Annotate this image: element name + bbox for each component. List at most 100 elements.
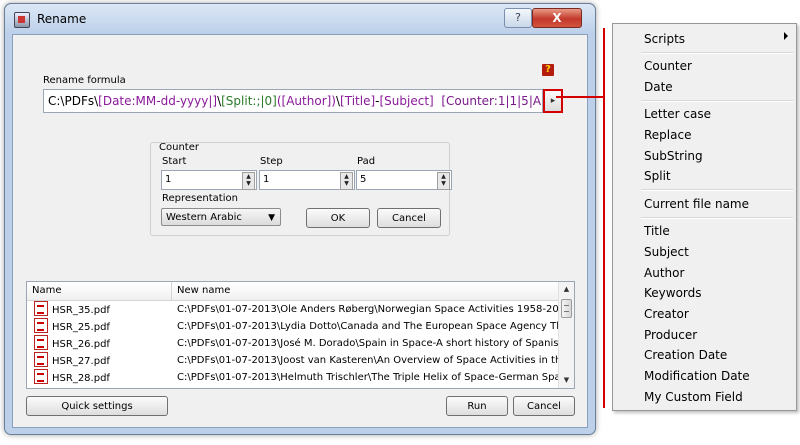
callout-line [556,96,604,98]
run-button[interactable]: Run [446,396,508,416]
menu-separator [641,52,793,54]
spin-up-icon[interactable]: ▲ [246,173,251,180]
column-header-new-name[interactable]: New name [172,282,559,300]
table-row[interactable]: HSR_26.pdf C:\PDFs\01-07-2013\José M. Do… [27,335,559,352]
rename-formula-label: Rename formula [43,75,126,86]
menu-item-title[interactable]: Title [644,224,670,238]
table-row[interactable]: HSR_28.pdf C:\PDFs\01-07-2013\Helmuth Tr… [27,369,559,386]
column-header-name[interactable]: Name [27,282,172,300]
spin-down-icon[interactable]: ▼ [344,180,349,187]
file-list[interactable]: Name New name HSR_35.pdf C:\PDFs\01-07-2… [26,281,575,389]
scroll-thumb[interactable] [561,299,572,318]
menu-item-date[interactable]: Date [644,80,673,94]
window-title: Rename [37,12,87,26]
menu-item-replace[interactable]: Replace [644,128,691,142]
pad-value: 5 [360,174,367,185]
menu-item-split[interactable]: Split [644,169,671,183]
menu-separator [641,100,793,102]
menu-item-my-custom-field[interactable]: My Custom Field [644,390,743,404]
counter-group: Counter Start 1 ▲ ▼ Step 1 ▲ ▼ Pad 5 ▲ ▼ Re… [150,142,452,236]
pdf-file-icon [34,369,48,384]
file-name: HSR_35.pdf [52,305,110,316]
scroll-down-icon[interactable]: ▼ [559,373,574,388]
menu-item-keywords[interactable]: Keywords [644,286,702,300]
file-name: HSR_25.pdf [52,322,110,333]
chevron-down-icon: ▼ [268,213,275,223]
menu-item-substring[interactable]: SubString [644,149,703,163]
dialog-client-area: Rename formula ? C:\PDFs\[Date:MM-dd-yyy… [12,34,588,428]
pad-label: Pad [357,156,376,167]
step-spinner[interactable]: ▲ ▼ [340,172,353,190]
start-input[interactable]: 1 ▲ ▼ [161,170,257,190]
insert-field-menu: Scripts Counter Date Letter case Replace… [612,23,797,411]
quick-settings-button[interactable]: Quick settings [26,396,168,416]
file-name: HSR_27.pdf [52,356,110,367]
list-header: Name New name [27,282,559,301]
step-input[interactable]: 1 ▲ ▼ [259,170,355,190]
callout-bracket [603,28,605,408]
table-row[interactable]: HSR_25.pdf C:\PDFs\01-07-2013\Lydia Dott… [27,318,559,335]
start-spinner[interactable]: ▲ ▼ [242,172,255,190]
new-file-name: C:\PDFs\01-07-2013\Joost van Kasteren\An… [177,355,559,366]
new-file-name: C:\PDFs\01-07-2013\José M. Dorado\Spain … [177,338,559,349]
menu-item-counter[interactable]: Counter [644,59,692,73]
menu-item-producer[interactable]: Producer [644,328,697,342]
menu-item-scripts[interactable]: Scripts [644,32,784,46]
pad-spinner[interactable]: ▲ ▼ [437,172,450,190]
menu-item-subject[interactable]: Subject [644,245,689,259]
triangle-right-icon: ▸ [550,96,556,106]
file-name: HSR_28.pdf [52,373,110,384]
table-row[interactable]: HSR_35.pdf C:\PDFs\01-07-2013\Ole Anders… [27,301,559,318]
formula-segment: [Counter:1|1|5|A] [441,94,543,108]
spin-down-icon[interactable]: ▼ [246,180,251,187]
start-label: Start [162,156,187,167]
counter-cancel-button[interactable]: Cancel [377,208,441,228]
menu-item-modification-date[interactable]: Modification Date [644,369,750,383]
spin-down-icon[interactable]: ▼ [441,180,446,187]
menu-item-author[interactable]: Author [644,266,684,280]
pdf-file-icon [34,335,48,350]
rename-formula-input[interactable]: C:\PDFs\[Date:MM-dd-yyyy|]\[Split:;|0]([… [43,89,543,113]
table-row[interactable]: HSR_27.pdf C:\PDFs\01-07-2013\Joost van … [27,352,559,369]
formula-help-icon[interactable]: ? [542,64,554,76]
representation-select[interactable]: Western Arabic ▼ [161,208,281,226]
app-icon [14,12,30,28]
step-label: Step [260,156,283,167]
menu-item-label: Scripts [644,32,686,46]
counter-ok-button[interactable]: OK [306,208,370,228]
counter-group-label: Counter [159,142,199,153]
pdf-file-icon [34,318,48,333]
cancel-button[interactable]: Cancel [513,396,575,416]
step-value: 1 [263,174,270,185]
menu-item-creator[interactable]: Creator [644,307,689,321]
vertical-scrollbar[interactable]: ▲ ▼ [558,282,574,388]
menu-separator [641,189,793,191]
menu-separator [641,217,793,219]
new-file-name: C:\PDFs\01-07-2013\Ole Anders Røberg\Nor… [177,304,559,315]
representation-label: Representation [162,193,238,204]
menu-item-current-file-name[interactable]: Current file name [644,197,749,211]
scroll-up-icon[interactable]: ▲ [559,282,574,297]
file-name: HSR_26.pdf [52,339,110,350]
formula-segment: ([Author]) [276,94,336,108]
title-bar[interactable]: Rename ? X [5,4,595,34]
menu-item-letter-case[interactable]: Letter case [644,107,711,121]
formula-segment: [Date:MM-dd-yyyy|] [98,94,218,108]
rename-dialog: Rename ? X Rename formula ? C:\PDFs\[Dat… [4,3,596,435]
new-file-name: C:\PDFs\01-07-2013\Lydia Dotto\Canada an… [177,321,559,332]
pad-input[interactable]: 5 ▲ ▼ [356,170,452,190]
spin-up-icon[interactable]: ▲ [344,173,349,180]
pdf-file-icon [34,301,48,316]
formula-segment: [Split:;|0] [221,94,277,108]
help-button[interactable]: ? [504,8,532,28]
representation-value: Western Arabic [166,212,242,223]
menu-item-creation-date[interactable]: Creation Date [644,348,727,362]
close-button[interactable]: X [532,8,582,28]
formula-segment: [Subject] [379,94,434,108]
insert-field-button[interactable]: ▸ [543,89,563,113]
new-file-name: C:\PDFs\01-07-2013\Helmuth Trischler\The… [177,372,559,383]
pdf-file-icon [34,352,48,367]
spin-up-icon[interactable]: ▲ [441,173,446,180]
formula-segment: [Title] [340,94,376,108]
formula-segment: C:\PDFs\ [48,94,99,108]
